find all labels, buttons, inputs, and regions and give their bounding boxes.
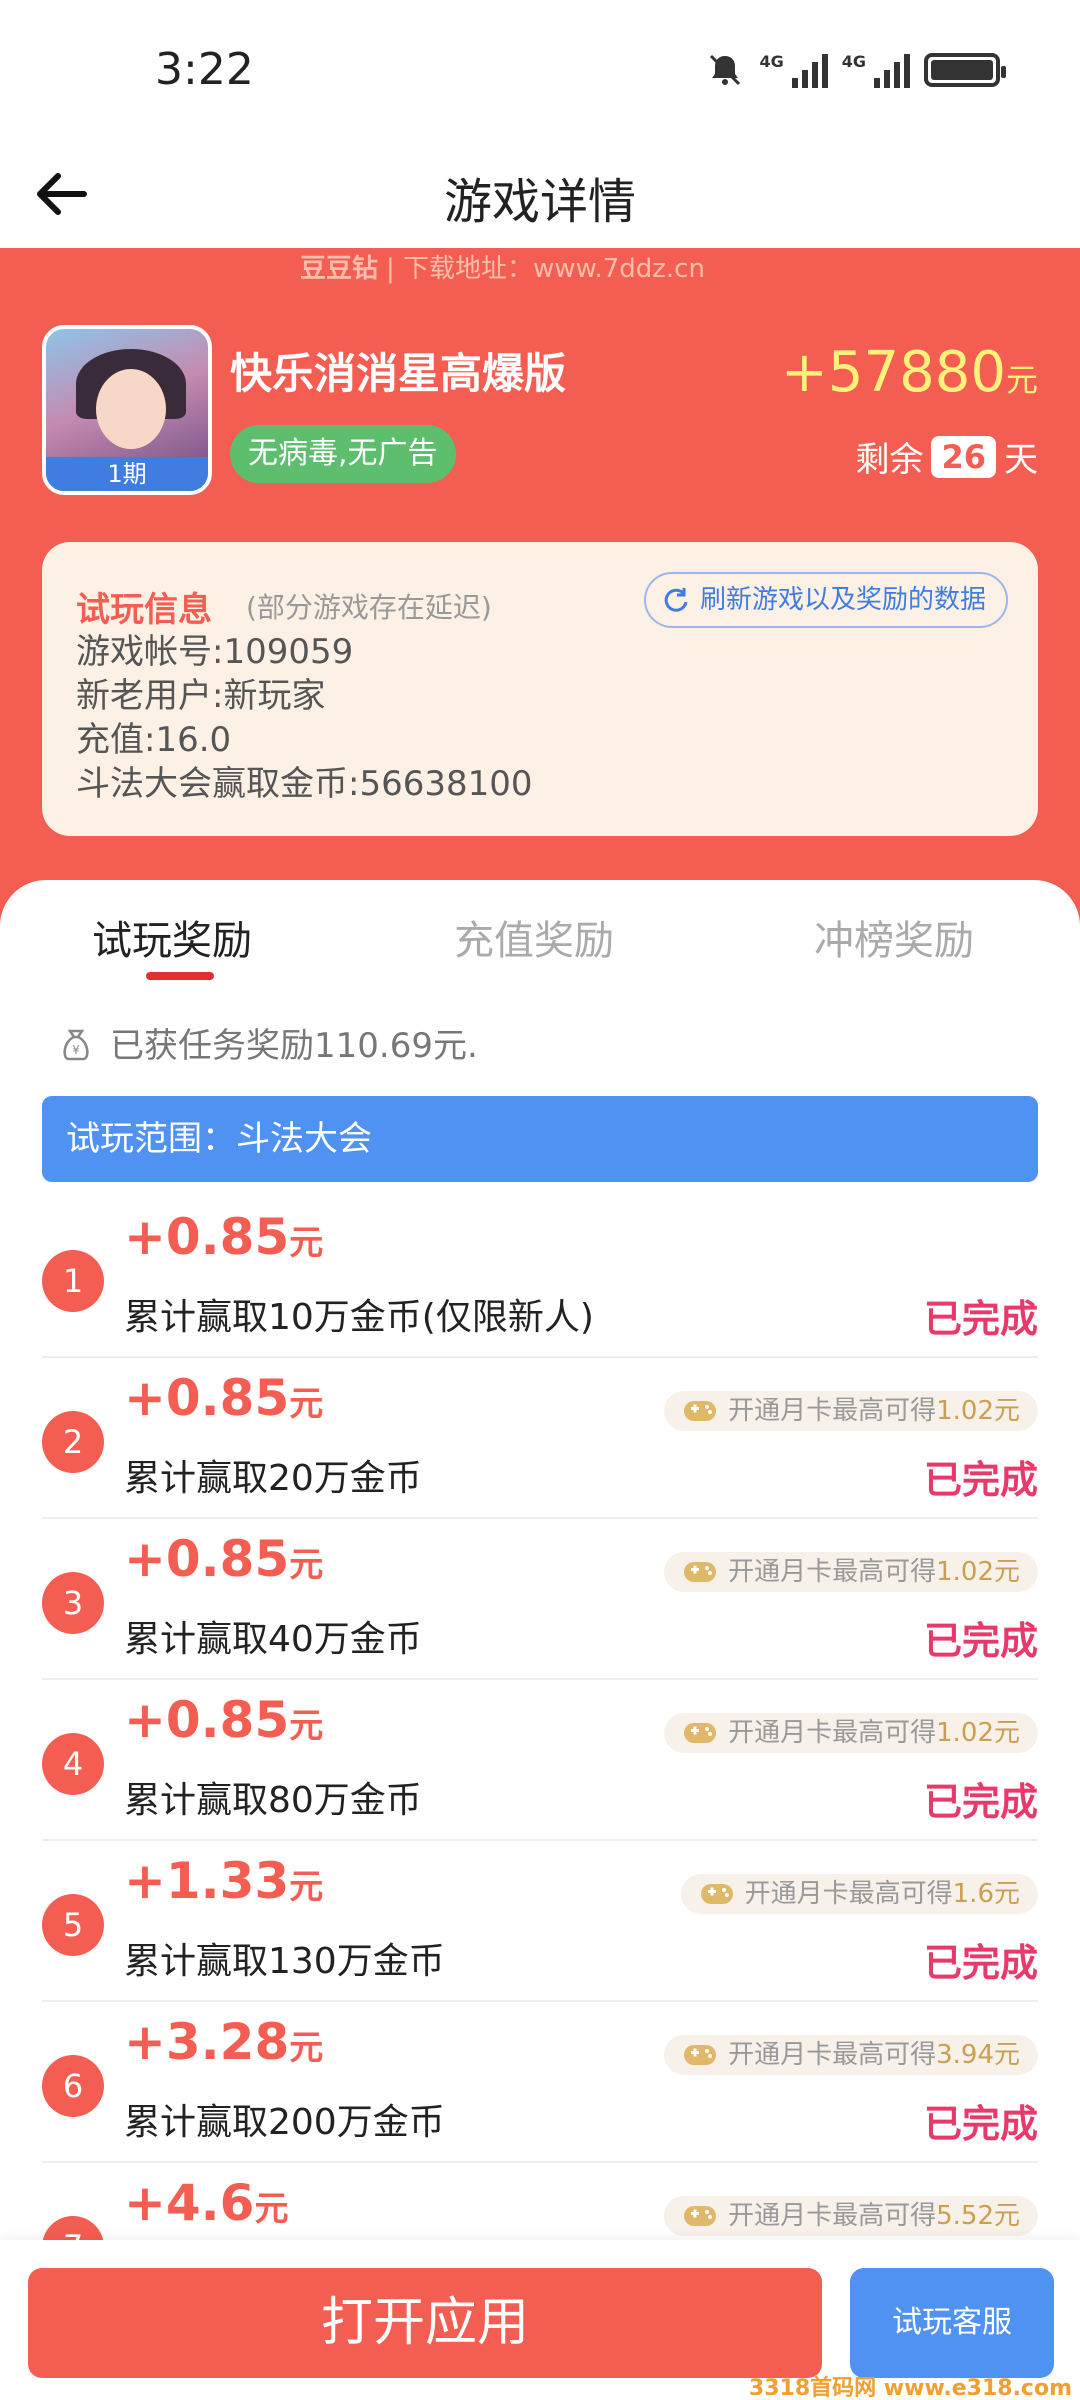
gamepad-icon xyxy=(684,2206,717,2226)
task-amount: +0.85元 xyxy=(124,1691,324,1749)
refresh-icon xyxy=(664,588,688,612)
money-bag-icon: ¥ xyxy=(63,1029,89,1060)
task-description: 累计赢取20万金币 xyxy=(124,1458,422,1499)
task-amount: +4.6元 xyxy=(124,2174,289,2232)
task-status: 已完成 xyxy=(923,1458,1038,1502)
status-bar: 3:22 4G 4G xyxy=(0,0,1080,140)
monthly-card-hint[interactable]: 开通月卡最高可得1.6元 xyxy=(680,1874,1038,1914)
task-status: 已完成 xyxy=(923,1619,1038,1663)
task-status: 已完成 xyxy=(923,1297,1038,1341)
trial-info-note: (部分游戏存在延迟) xyxy=(246,591,492,624)
task-description: 累计赢取130万金币 xyxy=(124,1941,445,1982)
refresh-button[interactable]: 刷新游戏以及奖励的数据 xyxy=(643,572,1008,628)
monthly-card-hint[interactable]: 开通月卡最高可得1.02元 xyxy=(664,1391,1038,1431)
task-row: 1 +0.85元累计赢取10万金币(仅限新人) 已完成 xyxy=(42,1196,1038,1358)
game-period: 1期 xyxy=(46,457,208,491)
task-amount: +0.85元 xyxy=(124,1369,324,1427)
mute-bell-icon xyxy=(710,54,741,86)
task-amount: +3.28元 xyxy=(124,2013,324,2071)
active-tab-indicator xyxy=(146,972,214,980)
gamepad-icon xyxy=(700,1884,733,1904)
monthly-card-hint[interactable]: 开通月卡最高可得1.02元 xyxy=(664,1713,1038,1753)
tab-recharge-reward[interactable]: 充值奖励 xyxy=(454,908,614,966)
task-number: 5 xyxy=(42,1894,104,1956)
task-row: 2 +0.85元累计赢取20万金币 已完成 开通月卡最高可得1.02元 xyxy=(42,1357,1038,1519)
task-number: 2 xyxy=(42,1411,104,1473)
task-description: 累计赢取10万金币(仅限新人) xyxy=(124,1297,594,1338)
task-row: 5 +1.33元累计赢取130万金币 已完成 开通月卡最高可得1.6元 xyxy=(42,1840,1038,2002)
info-account: 游戏帐号:109059 xyxy=(76,632,354,672)
svg-text:¥: ¥ xyxy=(72,1043,80,1057)
total-reward: +57880元 xyxy=(780,340,1038,405)
trial-scope-bar: 试玩范围：斗法大会 xyxy=(42,1096,1038,1182)
task-amount: +0.85元 xyxy=(124,1530,324,1588)
monthly-card-hint[interactable]: 开通月卡最高可得1.02元 xyxy=(664,1552,1038,1592)
signal-2-icon: 4G xyxy=(842,52,910,88)
trial-service-button[interactable]: 试玩客服 xyxy=(850,2268,1054,2378)
signal-1-icon: 4G xyxy=(759,52,828,88)
info-recharge: 充值:16.0 xyxy=(76,720,232,760)
monthly-card-hint[interactable]: 开通月卡最高可得3.94元 xyxy=(664,2035,1038,2075)
task-amount: +1.33元 xyxy=(124,1852,324,1910)
top-header: 游戏详情 xyxy=(0,140,1080,248)
tab-trial-reward[interactable]: 试玩奖励 xyxy=(92,908,252,966)
gamepad-icon xyxy=(684,1401,717,1421)
task-status: 已完成 xyxy=(923,1780,1038,1824)
task-status: 已完成 xyxy=(923,1941,1038,1985)
site-watermark: 3318首码网 www.e318.com xyxy=(748,2376,1072,2400)
trial-info-card: 试玩信息 (部分游戏存在延迟) 刷新游戏以及奖励的数据 游戏帐号:109059 … xyxy=(42,542,1038,836)
task-row: 6 +3.28元累计赢取200万金币 已完成 开通月卡最高可得3.94元 xyxy=(42,2001,1038,2163)
monthly-card-hint[interactable]: 开通月卡最高可得5.52元 xyxy=(664,2196,1038,2236)
gamepad-icon xyxy=(684,1562,717,1582)
status-icons: 4G 4G xyxy=(705,50,1006,90)
gamepad-icon xyxy=(684,1723,717,1743)
earned-summary: ¥ 已获任务奖励110.69元. xyxy=(56,1018,478,1067)
task-description: 累计赢取80万金币 xyxy=(124,1780,422,1821)
task-description: 累计赢取40万金币 xyxy=(124,1619,422,1660)
game-icon: 1期 xyxy=(42,325,212,495)
task-number: 4 xyxy=(42,1733,104,1795)
game-name: 快乐消消星高爆版 xyxy=(230,349,567,398)
task-number: 1 xyxy=(42,1250,104,1312)
task-description: 累计赢取200万金币 xyxy=(124,2102,445,2143)
open-app-button[interactable]: 打开应用 xyxy=(28,2268,822,2378)
task-amount: +0.85元 xyxy=(124,1208,324,1266)
task-number: 3 xyxy=(42,1572,104,1634)
info-user-type: 新老用户:新玩家 xyxy=(76,676,326,716)
status-time: 3:22 xyxy=(155,44,254,95)
page-title: 游戏详情 xyxy=(443,174,636,230)
battery-icon xyxy=(924,53,1006,87)
watermark: 豆豆钻 | 下载地址：www.7ddz.cn xyxy=(300,254,705,284)
safety-badge: 无病毒,无广告 xyxy=(230,425,456,483)
remaining-days: 剩余 26 天 xyxy=(855,435,1038,480)
gamepad-icon xyxy=(684,2045,717,2065)
task-number: 6 xyxy=(42,2055,104,2117)
task-row: 3 +0.85元累计赢取40万金币 已完成 开通月卡最高可得1.02元 xyxy=(42,1518,1038,1680)
info-coins: 斗法大会赢取金币:56638100 xyxy=(76,764,533,804)
task-status: 已完成 xyxy=(923,2102,1038,2146)
tab-ranking-reward[interactable]: 冲榜奖励 xyxy=(814,908,974,966)
task-row: 4 +0.85元累计赢取80万金币 已完成 开通月卡最高可得1.02元 xyxy=(42,1679,1038,1841)
